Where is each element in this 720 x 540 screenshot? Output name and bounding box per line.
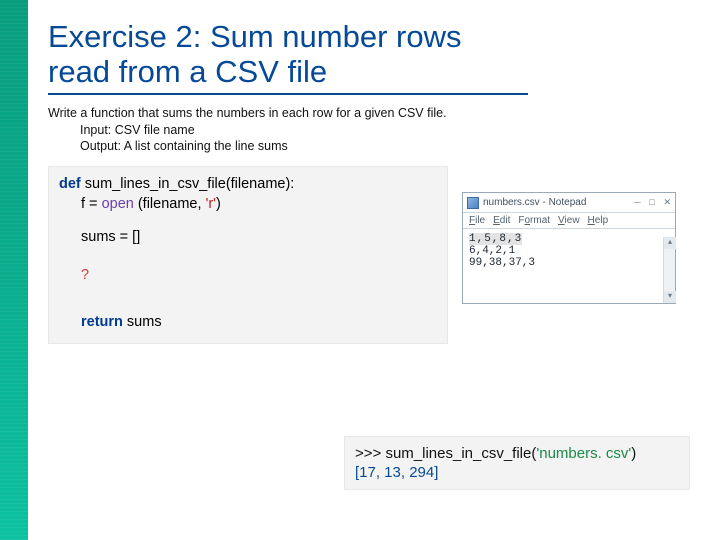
title-line-1: Exercise 2: Sum number rows xyxy=(48,19,461,54)
desc-input: Input: CSV file name xyxy=(80,122,700,138)
kw-return: return xyxy=(81,314,123,330)
f-eq: f = xyxy=(81,196,102,212)
csv-line-1: 1,5,8,3 xyxy=(469,233,669,245)
csv-line-3: 99,38,37,3 xyxy=(469,257,669,269)
slide-title: Exercise 2: Sum number rows read from a … xyxy=(48,20,700,89)
scroll-down-icon[interactable]: ▾ xyxy=(664,291,676,303)
minimize-button[interactable]: ─ xyxy=(634,197,640,207)
shell-call-a: sum_lines_in_csv_file( xyxy=(385,445,536,462)
shell-call-b: ) xyxy=(631,445,636,462)
menu-file[interactable]: File xyxy=(469,215,485,226)
notepad-body[interactable]: 1,5,8,3 6,4,2,1 99,38,37,3 xyxy=(463,229,675,303)
csv-line-2: 6,4,2,1 xyxy=(469,245,669,257)
open-args-b: ) xyxy=(216,196,221,212)
code-block: def sum_lines_in_csv_file(filename): f =… xyxy=(48,166,448,344)
sums-init: sums = [] xyxy=(81,229,140,245)
notepad-menu: File Edit Format View Help xyxy=(463,213,675,229)
title-underline xyxy=(48,93,528,95)
menu-help[interactable]: Help xyxy=(588,215,609,226)
code-line-def: def sum_lines_in_csv_file(filename): xyxy=(59,175,437,195)
desc-output: Output: A list containing the line sums xyxy=(80,138,700,154)
shell-line: >>> sum_lines_in_csv_file('numbers. csv'… xyxy=(355,445,679,462)
maximize-button[interactable]: □ xyxy=(649,197,654,207)
slide-accent-bar xyxy=(0,0,28,540)
notepad-window: numbers.csv - Notepad ─ □ ✕ File Edit Fo… xyxy=(462,192,676,304)
shell-call-str: 'numbers. csv' xyxy=(536,445,631,462)
close-button[interactable]: ✕ xyxy=(663,197,671,208)
code-line-open: f = open (filename, 'r') xyxy=(59,195,437,215)
notepad-icon xyxy=(467,197,479,209)
title-line-2: read from a CSV file xyxy=(48,54,327,89)
builtin-open: open xyxy=(102,196,134,212)
notepad-titlebar[interactable]: numbers.csv - Notepad ─ □ ✕ xyxy=(463,193,675,213)
shell-prompt: >>> xyxy=(355,445,385,462)
placeholder-q: ? xyxy=(81,267,89,283)
notepad-scrollbar[interactable]: ▴ ▾ xyxy=(663,237,675,303)
menu-view[interactable]: View xyxy=(558,215,580,226)
desc-main: Write a function that sums the numbers i… xyxy=(48,105,700,121)
scroll-up-icon[interactable]: ▴ xyxy=(664,237,676,249)
menu-edit[interactable]: Edit xyxy=(493,215,510,226)
code-placeholder: ? xyxy=(59,266,437,286)
return-tail: sums xyxy=(123,314,162,330)
notepad-title: numbers.csv - Notepad xyxy=(483,197,628,208)
shell-output-block: >>> sum_lines_in_csv_file('numbers. csv'… xyxy=(344,436,690,490)
open-args-a: (filename, xyxy=(134,196,206,212)
kw-def: def xyxy=(59,176,81,192)
window-buttons: ─ □ ✕ xyxy=(628,197,671,208)
code-line-return: return sums xyxy=(59,313,437,333)
code-line-sums: sums = [] xyxy=(59,228,437,248)
fn-sig: sum_lines_in_csv_file(filename): xyxy=(81,176,295,192)
menu-format[interactable]: Format xyxy=(518,215,550,226)
description: Write a function that sums the numbers i… xyxy=(48,105,700,154)
open-args-str: 'r' xyxy=(206,196,216,212)
shell-result: [17, 13, 294] xyxy=(355,464,679,481)
